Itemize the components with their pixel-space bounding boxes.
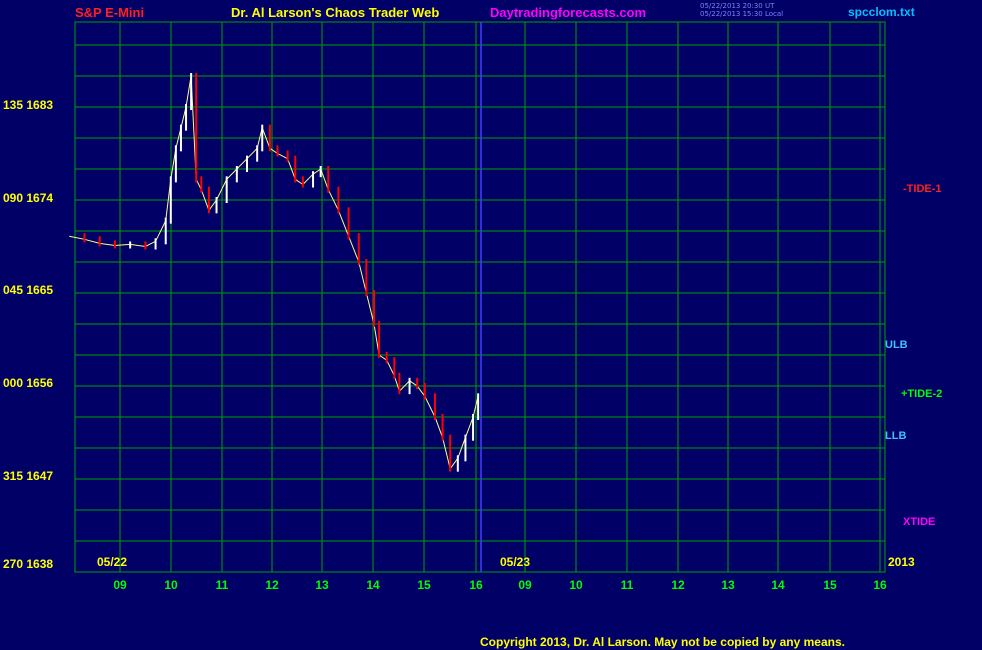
price-bars <box>69 73 480 472</box>
chart-canvas <box>69 21 886 573</box>
date-label-next: 05/23 <box>500 555 531 569</box>
x-tick-label: 09 <box>518 578 532 592</box>
x-tick-label: 10 <box>569 578 583 592</box>
copyright-notice: Copyright 2013, Dr. Al Larson. May not b… <box>480 635 845 649</box>
tide2-label: +TIDE-2 <box>901 388 943 400</box>
x-tick-label: 13 <box>315 578 329 592</box>
x-tick-label: 10 <box>164 578 178 592</box>
year-label: 2013 <box>888 555 915 569</box>
x-tick-label: 15 <box>417 578 431 592</box>
xtide-label: XTIDE <box>903 516 936 528</box>
x-tick-label: 13 <box>721 578 735 592</box>
x-tick-label: 11 <box>620 578 634 592</box>
x-tick-label: 09 <box>113 578 127 592</box>
x-tick-label: 16 <box>469 578 483 592</box>
tide1-label: -TIDE-1 <box>903 183 942 195</box>
x-tick-label: 16 <box>873 578 887 592</box>
llb-label: LLB <box>885 430 907 442</box>
x-tick-label: 11 <box>215 578 229 592</box>
price-line <box>69 75 479 470</box>
x-tick-label: 12 <box>671 578 685 592</box>
x-tick-label: 15 <box>823 578 837 592</box>
x-tick-label: 14 <box>366 578 380 592</box>
x-tick-label: 12 <box>265 578 279 592</box>
x-tick-label: 14 <box>771 578 785 592</box>
ulb-label: ULB <box>885 339 908 351</box>
date-label-start: 05/22 <box>97 555 128 569</box>
